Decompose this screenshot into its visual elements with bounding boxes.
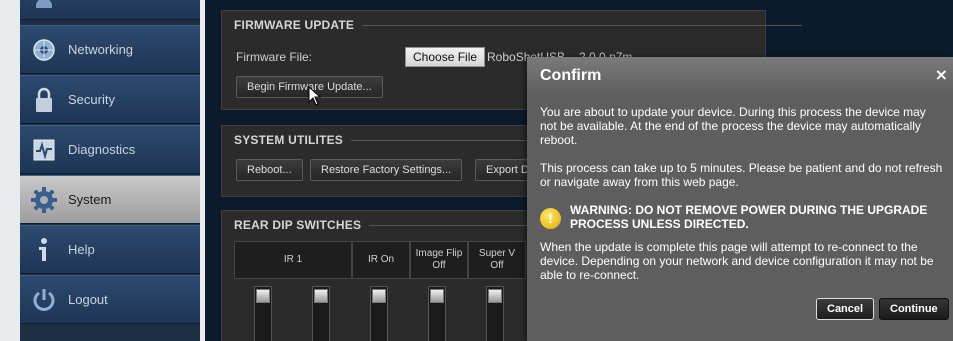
lock-icon <box>20 75 68 124</box>
dialog-paragraph-3: When the update is complete this page wi… <box>540 240 934 282</box>
system-utilities-title: SYSTEM UTILITES <box>234 133 792 147</box>
dip-switch-2[interactable] <box>312 286 330 341</box>
dip-switch-3[interactable] <box>370 286 388 341</box>
dip-switch-1[interactable] <box>254 286 272 341</box>
app-window: Networking Security Diagnostics System H… <box>0 0 953 341</box>
sidebar-item-system[interactable]: System <box>20 175 200 224</box>
warning-icon: ! <box>540 208 561 229</box>
dip-header-ir-on: IR On <box>352 241 410 279</box>
sidebar-item-label: Networking <box>68 42 134 57</box>
sidebar-item-security[interactable]: Security <box>20 75 200 124</box>
choose-file-button[interactable]: Choose File <box>405 47 486 67</box>
dialog-header: Confirm × <box>527 57 953 95</box>
dip-switch-5[interactable] <box>486 286 504 341</box>
switch-knob <box>430 289 444 303</box>
dip-header-label: Image Flip <box>415 248 463 259</box>
dip-header-state: Off <box>432 260 446 271</box>
sidebar-item-label: System <box>68 192 112 207</box>
mouse-cursor-icon <box>308 86 322 106</box>
dip-header-label: IR On <box>367 254 395 265</box>
power-icon <box>20 275 68 324</box>
warning-text: WARNING: DO NOT REMOVE POWER DURING THE … <box>570 203 928 231</box>
dialog-title: Confirm <box>540 67 602 84</box>
dip-header-state: Off <box>490 260 504 271</box>
partial-icon <box>20 0 68 20</box>
dip-header-label: Super V <box>478 248 516 259</box>
dip-switch-4[interactable] <box>428 286 446 341</box>
rear-dip-switches-title: REAR DIP SWITCHES <box>234 218 811 232</box>
reboot-button[interactable]: Reboot... <box>236 159 303 181</box>
sidebar-item-label: Security <box>68 92 115 107</box>
restore-factory-settings-button[interactable]: Restore Factory Settings... <box>310 159 463 181</box>
diagnostics-icon <box>20 125 68 174</box>
sidebar-item-logout[interactable]: Logout <box>20 275 200 324</box>
networking-icon <box>20 25 68 74</box>
sidebar-item-diagnostics[interactable]: Diagnostics <box>20 125 200 174</box>
dip-header-label: IR 1 <box>283 254 303 265</box>
continue-button[interactable]: Continue <box>879 298 949 320</box>
close-icon[interactable]: × <box>935 66 948 84</box>
sidebar-item-label: Help <box>68 242 95 257</box>
cancel-button[interactable]: Cancel <box>816 298 875 320</box>
warning-row: ! WARNING: DO NOT REMOVE POWER DURING TH… <box>540 202 945 234</box>
dip-header-super: Super V Off <box>468 241 526 279</box>
dialog-paragraph-2: This process can take up to 5 minutes. P… <box>540 161 943 189</box>
switch-knob <box>488 289 502 303</box>
sidebar-item-label: Diagnostics <box>68 142 136 157</box>
sidebar-item-label: Logout <box>68 292 108 307</box>
dialog-paragraph-1: You are about to update your device. Dur… <box>540 105 926 147</box>
dip-header-ir1: IR 1 <box>234 241 352 279</box>
firmware-update-title: FIRMWARE UPDATE <box>234 18 803 32</box>
dip-header-image-flip: Image Flip Off <box>410 241 468 279</box>
sidebar-item-networking[interactable]: Networking <box>20 25 200 74</box>
help-icon <box>20 225 68 274</box>
confirm-dialog: Confirm × You are about to update your d… <box>527 57 953 341</box>
gear-icon <box>20 175 68 224</box>
firmware-file-label: Firmware File: <box>236 50 313 64</box>
switch-knob <box>256 289 270 303</box>
sidebar: Networking Security Diagnostics System H… <box>20 0 200 341</box>
switch-knob <box>314 289 328 303</box>
sidebar-item-help[interactable]: Help <box>20 225 200 274</box>
sidebar-item-partial[interactable] <box>20 0 200 20</box>
switch-knob <box>372 289 386 303</box>
